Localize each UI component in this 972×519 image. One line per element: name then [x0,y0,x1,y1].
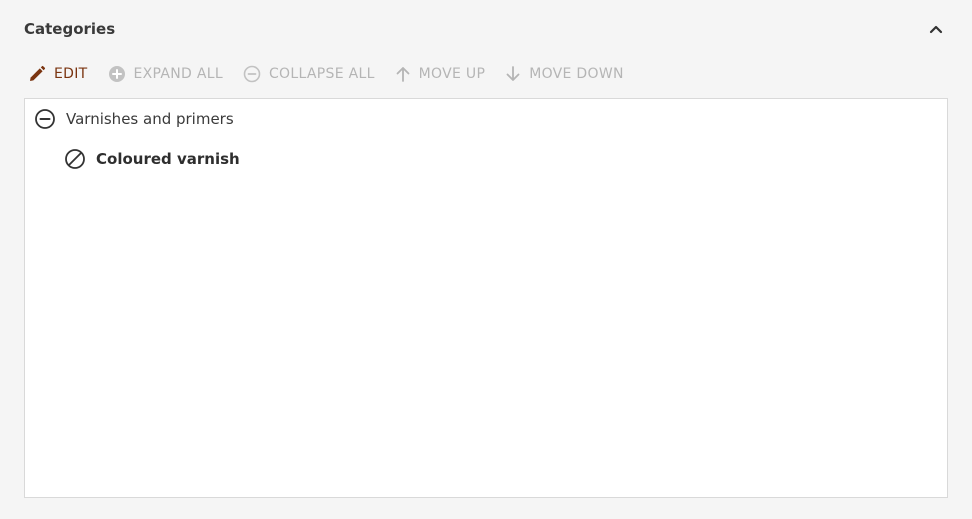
no-children-icon [65,149,85,169]
move-up-label: MOVE UP [418,66,486,82]
arrow-down-icon [506,66,520,81]
category-tree: Varnishes and primers Coloured varnish [24,98,948,498]
edit-button-label: EDIT [54,66,88,82]
chevron-up-icon [929,25,943,34]
tree-item-label: Coloured varnish [96,150,240,168]
move-down-button[interactable]: MOVE DOWN [501,62,628,86]
tree-item-varnishes-and-primers[interactable]: Varnishes and primers [34,107,234,131]
plus-circle-icon [108,66,125,82]
move-up-button[interactable]: MOVE UP [391,62,490,86]
expand-all-label: EXPAND ALL [133,66,223,82]
categories-panel: Categories EDIT EXPAND ALL COLLAPSE ALL … [0,0,972,519]
arrow-up-icon [396,67,410,82]
panel-header: Categories [24,16,948,42]
collapse-panel-button[interactable] [924,17,948,41]
pencil-icon [30,65,46,81]
collapse-all-button[interactable]: COLLAPSE ALL [239,62,379,86]
tree-toolbar: EDIT EXPAND ALL COLLAPSE ALL MOVE UP MOV… [24,62,640,86]
edit-button[interactable]: EDIT [24,62,92,86]
tree-item-coloured-varnish[interactable]: Coloured varnish [64,147,240,171]
panel-title: Categories [24,20,116,38]
expand-all-button[interactable]: EXPAND ALL [104,62,227,86]
minus-circle-outline-icon [243,65,261,83]
tree-item-label: Varnishes and primers [66,110,234,128]
move-down-label: MOVE DOWN [529,66,624,82]
collapse-all-label: COLLAPSE ALL [268,66,375,82]
minus-circle-icon[interactable] [34,108,56,130]
